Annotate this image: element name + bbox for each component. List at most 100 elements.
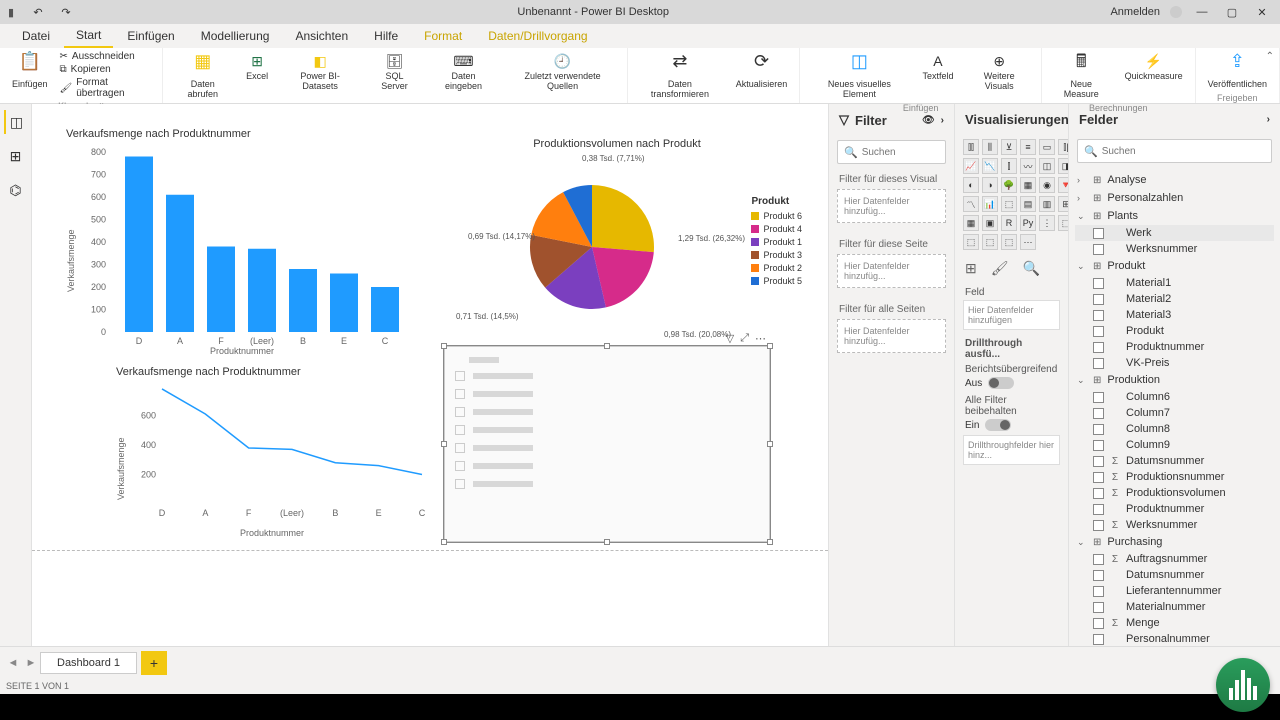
- excel-button[interactable]: ⊞Excel: [240, 50, 274, 84]
- avatar[interactable]: [1170, 6, 1182, 18]
- viz-type-32[interactable]: ⬚: [1001, 234, 1017, 250]
- field-Datumsnummer[interactable]: ΣDatumsnummer: [1075, 453, 1274, 469]
- viz-type-13[interactable]: ◑: [982, 177, 998, 193]
- field-Lieferantennummer[interactable]: Lieferantennummer: [1075, 583, 1274, 599]
- line-chart-visual[interactable]: Verkaufsmenge nach Produktnummer Verkauf…: [112, 364, 432, 544]
- viz-type-9[interactable]: 〰: [1020, 158, 1036, 174]
- page-tab[interactable]: Dashboard 1: [40, 652, 137, 674]
- textbox-button[interactable]: ATextfeld: [916, 50, 959, 84]
- viz-type-2[interactable]: ⊻: [1001, 139, 1017, 155]
- menu-file[interactable]: Datei: [10, 25, 62, 47]
- field-Produktnummer[interactable]: Produktnummer: [1075, 501, 1274, 517]
- field-Material3[interactable]: Material3: [1075, 307, 1274, 323]
- focus-visual-icon[interactable]: ⤢: [740, 332, 749, 345]
- new-visual-button[interactable]: ◫Neues visuelles Element: [806, 50, 912, 102]
- quick-measure-button[interactable]: ⚡Quickmeasure: [1119, 50, 1189, 84]
- viz-type-27[interactable]: Py: [1020, 215, 1036, 231]
- refresh-button[interactable]: ⟳Aktualisieren: [730, 50, 794, 92]
- filter-visual-icon[interactable]: ▽: [726, 332, 734, 345]
- viz-type-0[interactable]: ⫿⫿: [963, 139, 979, 155]
- keep-filters-toggle[interactable]: [985, 419, 1011, 431]
- format-tab-icon[interactable]: 🖌: [991, 260, 1009, 277]
- menu-view[interactable]: Ansichten: [283, 25, 360, 47]
- viz-type-6[interactable]: 📈: [963, 158, 979, 174]
- viz-type-20[interactable]: ⬚: [1001, 196, 1017, 212]
- table-Produkt[interactable]: ⌄⊞Produkt: [1075, 257, 1274, 275]
- get-data-button[interactable]: ▦Daten abrufen: [169, 50, 236, 102]
- viz-type-15[interactable]: ▦: [1020, 177, 1036, 193]
- viz-type-4[interactable]: ▭: [1039, 139, 1055, 155]
- viz-type-25[interactable]: ▣: [982, 215, 998, 231]
- viz-type-14[interactable]: 🌳: [1001, 177, 1017, 193]
- menu-modeling[interactable]: Modellierung: [189, 25, 282, 47]
- fields-collapse-icon[interactable]: ›: [1267, 114, 1270, 125]
- table-Purchasing[interactable]: ⌄⊞Purchasing: [1075, 533, 1274, 551]
- undo-icon[interactable]: ↶: [28, 2, 48, 22]
- filter-visual-drop[interactable]: Hier Datenfelder hinzufüg...: [837, 189, 946, 223]
- field-Material2[interactable]: Material2: [1075, 291, 1274, 307]
- report-canvas[interactable]: Verkaufsmenge nach Produktnummer Verkauf…: [32, 104, 828, 646]
- viz-type-18[interactable]: 〽: [963, 196, 979, 212]
- viz-type-12[interactable]: ◐: [963, 177, 979, 193]
- enter-data-button[interactable]: ⌨Daten eingeben: [427, 50, 500, 94]
- cross-report-toggle[interactable]: [988, 377, 1014, 389]
- table-Plants[interactable]: ⌄⊞Plants: [1075, 207, 1274, 225]
- viz-type-22[interactable]: ▥: [1039, 196, 1055, 212]
- menu-format[interactable]: Format: [412, 25, 474, 47]
- pie-chart-visual[interactable]: Produktionsvolumen nach Produkt 0,38 Tsd…: [432, 136, 802, 352]
- recent-sources-button[interactable]: 🕘Zuletzt verwendete Quellen: [504, 50, 621, 94]
- viz-type-28[interactable]: ⋮: [1039, 215, 1055, 231]
- field-Produkt[interactable]: Produkt: [1075, 323, 1274, 339]
- menu-insert[interactable]: Einfügen: [115, 25, 186, 47]
- field-Personalnummer[interactable]: Personalnummer: [1075, 631, 1274, 646]
- page-prev-icon[interactable]: ◄: [4, 652, 22, 674]
- viz-gallery[interactable]: ⫿⫿⫼⊻≡▭⫿|📈📉⫿〰◫◨◐◑🌳▦◉🔻〽📊⬚▤▥⊞▦▣RPy⋮⬚⬚⬚⬚⋯: [955, 135, 1068, 254]
- fields-search[interactable]: 🔍: [1077, 139, 1272, 163]
- format-painter-button[interactable]: 🖌 Format übertragen: [58, 76, 157, 100]
- field-Produktionsvolumen[interactable]: ΣProduktionsvolumen: [1075, 485, 1274, 501]
- signin-link[interactable]: Anmelden: [1110, 6, 1160, 18]
- filter-eye-icon[interactable]: 👁: [922, 115, 935, 126]
- model-view-icon[interactable]: ⌬: [4, 178, 28, 202]
- maximize-icon[interactable]: ▢: [1222, 2, 1242, 22]
- viz-type-24[interactable]: ▦: [963, 215, 979, 231]
- viz-type-10[interactable]: ◫: [1039, 158, 1055, 174]
- bar-chart-visual[interactable]: Verkaufsmenge nach Produktnummer Verkauf…: [62, 126, 422, 372]
- close-icon[interactable]: ✕: [1252, 2, 1272, 22]
- field-Auftragsnummer[interactable]: ΣAuftragsnummer: [1075, 551, 1274, 567]
- more-visuals-button[interactable]: ⊕Weitere Visuals: [963, 50, 1034, 94]
- viz-type-8[interactable]: ⫿: [1001, 158, 1017, 174]
- fields-tab-icon[interactable]: ⊞: [965, 260, 977, 277]
- cut-button[interactable]: ✂ Ausschneiden: [58, 50, 157, 63]
- menu-help[interactable]: Hilfe: [362, 25, 410, 47]
- pbi-datasets-button[interactable]: ◧Power BI-Datasets: [278, 50, 362, 94]
- filter-all-drop[interactable]: Hier Datenfelder hinzufüg...: [837, 319, 946, 353]
- paste-button[interactable]: 📋Einfügen: [6, 50, 54, 92]
- viz-type-3[interactable]: ≡: [1020, 139, 1036, 155]
- field-Menge[interactable]: ΣMenge: [1075, 615, 1274, 631]
- viz-type-1[interactable]: ⫼: [982, 139, 998, 155]
- viz-type-16[interactable]: ◉: [1039, 177, 1055, 193]
- viz-type-31[interactable]: ⬚: [982, 234, 998, 250]
- field-Column6[interactable]: Column6: [1075, 389, 1274, 405]
- table-Produktion[interactable]: ⌄⊞Produktion: [1075, 371, 1274, 389]
- redo-icon[interactable]: ↷: [56, 2, 76, 22]
- viz-type-26[interactable]: R: [1001, 215, 1017, 231]
- field-Produktionsnummer[interactable]: ΣProduktionsnummer: [1075, 469, 1274, 485]
- field-Werksnummer[interactable]: ΣWerksnummer: [1075, 517, 1274, 533]
- copy-button[interactable]: ⧉ Kopieren: [58, 63, 157, 76]
- table-Personalzahlen[interactable]: ›⊞Personalzahlen: [1075, 189, 1274, 207]
- field-Werk[interactable]: Werk: [1075, 225, 1274, 241]
- add-page-button[interactable]: +: [141, 651, 167, 675]
- ribbon-collapse-icon[interactable]: ⌃: [1266, 51, 1274, 62]
- field-well-drop[interactable]: Hier Datenfelder hinzufügen: [963, 300, 1060, 330]
- minimize-icon[interactable]: —: [1192, 2, 1212, 22]
- field-Column8[interactable]: Column8: [1075, 421, 1274, 437]
- field-Werksnummer[interactable]: Werksnummer: [1075, 241, 1274, 257]
- publish-button[interactable]: ⇪Veröffentlichen: [1202, 50, 1273, 92]
- report-view-icon[interactable]: ◫: [4, 110, 28, 134]
- field-Column9[interactable]: Column9: [1075, 437, 1274, 453]
- viz-type-19[interactable]: 📊: [982, 196, 998, 212]
- field-Materialnummer[interactable]: Materialnummer: [1075, 599, 1274, 615]
- page-next-icon[interactable]: ►: [22, 652, 40, 674]
